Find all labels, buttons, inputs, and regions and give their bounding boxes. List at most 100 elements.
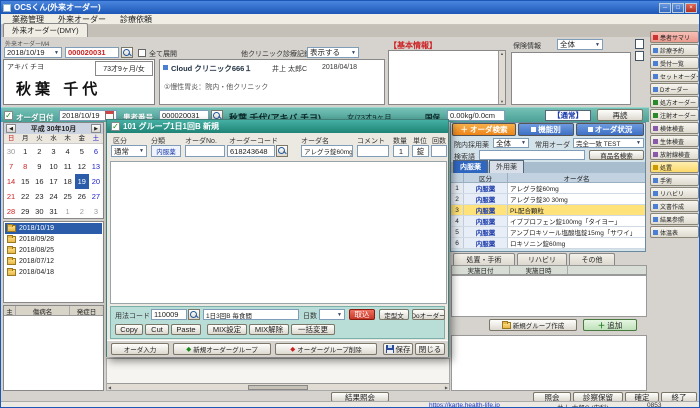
match-mode-select[interactable]: 完全一致 TEST xyxy=(573,138,644,148)
sidebar-item-d-order[interactable]: Dオーダー xyxy=(650,83,699,95)
import-button[interactable]: 取込 xyxy=(349,309,375,320)
calendar-day[interactable]: 24 xyxy=(46,189,60,204)
new-order-group-button[interactable]: ◆ 新規オーダーグループ xyxy=(173,343,271,355)
minimize-button[interactable]: ─ xyxy=(659,3,671,13)
search-result-row-selected[interactable]: 3 内服薬 PL配合顆粒 xyxy=(451,205,645,216)
patient-no-field[interactable]: 000020031 xyxy=(65,47,119,58)
calendar-day[interactable]: 12 xyxy=(75,159,89,174)
calendar-day[interactable]: 13 xyxy=(89,159,103,174)
category-tab-naifukuyaku[interactable]: 内服薬 xyxy=(453,160,488,173)
calendar-day[interactable]: 27 xyxy=(89,189,103,204)
calendar-day[interactable]: 29 xyxy=(18,204,32,219)
tab-function[interactable]: 機能別 xyxy=(518,123,574,136)
calendar-day[interactable]: 2 xyxy=(32,144,46,159)
scroll-right-icon[interactable]: ▶ xyxy=(445,385,448,390)
search-result-row[interactable]: 6 内服薬 ロキソニン錠60mg xyxy=(451,238,645,249)
order-name-field[interactable]: アレグラ錠60mg xyxy=(301,145,353,157)
order-no-field[interactable] xyxy=(185,145,225,157)
calendar-day[interactable]: 2 xyxy=(75,204,89,219)
order-input-button[interactable]: オーダ入力 xyxy=(111,343,169,355)
orders-tab-shochi-shujutsu[interactable]: 処置・手術 xyxy=(453,253,515,265)
calendar-day[interactable]: 6 xyxy=(89,144,103,159)
history-item[interactable]: 2018/07/12 xyxy=(5,256,102,267)
calendar-day[interactable]: 20 xyxy=(89,174,103,189)
calendar-day[interactable]: 1 xyxy=(61,204,75,219)
tab-order-search[interactable]: ＋ オーダ検索 xyxy=(452,123,516,136)
sidebar-item-reception-list[interactable]: 受付一覧 xyxy=(650,57,699,69)
sidebar-item-document[interactable]: 文書作成 xyxy=(650,200,699,212)
order-code-field[interactable]: 618243648 xyxy=(227,145,275,157)
tab-order-status[interactable]: オーダ状況 xyxy=(576,123,644,136)
scroll-left-icon[interactable]: ◀ xyxy=(108,385,111,390)
sidebar-item-result-view[interactable]: 結果参照 xyxy=(650,213,699,225)
calendar-day[interactable]: 11 xyxy=(61,159,75,174)
sidebar-item-appointment[interactable]: 診療予約 xyxy=(650,44,699,56)
calendar-day[interactable]: 9 xyxy=(32,159,46,174)
scroll-down-icon[interactable]: ▼ xyxy=(500,99,504,104)
sidebar-item-rehabilitation[interactable]: リハビリ xyxy=(650,187,699,199)
calendar-day[interactable]: 14 xyxy=(4,174,18,189)
mix-set-button[interactable]: MIX設定 xyxy=(207,324,247,335)
orders-tab-rehabili[interactable]: リハビリ xyxy=(517,253,567,265)
sidebar-item-radiology[interactable]: 放射線検査 xyxy=(650,148,699,160)
horizontal-scrollbar[interactable]: ◀ ▶ xyxy=(107,383,449,390)
calendar-day[interactable]: 10 xyxy=(46,159,60,174)
menu-shinryo-irai[interactable]: 診療依頼 xyxy=(113,14,159,25)
sidebar-item-prescription-order[interactable]: 処方オーダー xyxy=(650,96,699,108)
calendar-day[interactable]: 25 xyxy=(61,189,75,204)
orders-tab-sonota[interactable]: その他 xyxy=(569,253,615,265)
cut-button[interactable]: Cut xyxy=(145,324,169,335)
product-name-search-button[interactable]: 商品名検索 xyxy=(589,150,644,160)
calendar-day[interactable]: 28 xyxy=(4,204,18,219)
order-code-search-button[interactable] xyxy=(276,145,288,157)
calendar-day[interactable]: 15 xyxy=(18,174,32,189)
days-select[interactable] xyxy=(319,309,345,320)
search-result-row[interactable]: 1 内服薬 アレグラ錠60mg xyxy=(451,183,645,194)
prev-month-button[interactable]: ◀ xyxy=(6,124,16,133)
sidebar-item-surgery[interactable]: 手術 xyxy=(650,174,699,186)
tab-gairai-order-dmy[interactable]: 外来オーダー(DMY) xyxy=(3,23,88,37)
delete-order-group-button[interactable]: ◆ オーダーグループ削除 xyxy=(275,343,377,355)
template-button[interactable]: 定型文 xyxy=(379,309,409,320)
history-item[interactable]: 2018/08/25 xyxy=(5,245,102,256)
search-result-row[interactable]: 4 内服薬 イブプロフェン錠100mg「タイヨー」 xyxy=(451,216,645,227)
bulk-change-button[interactable]: 一括変更 xyxy=(291,324,335,335)
sidebar-item-patient-summary[interactable]: 患者サマリ xyxy=(650,31,699,43)
calendar-day[interactable]: 31 xyxy=(46,204,60,219)
next-month-button[interactable]: ▶ xyxy=(91,124,101,133)
expand-all-checkbox[interactable] xyxy=(138,49,146,57)
calendar-day[interactable]: 17 xyxy=(46,174,60,189)
insurance-scope-select[interactable]: 全体 xyxy=(557,39,603,50)
search-result-row[interactable]: 5 内服薬 アンブロキソール塩酸塩錠15mg「サワイ」 xyxy=(451,227,645,238)
comment-field[interactable] xyxy=(357,145,389,157)
new-group-button[interactable]: 新規グループ作成 xyxy=(489,319,577,331)
calendar-day[interactable]: 30 xyxy=(32,204,46,219)
calendar-day[interactable]: 3 xyxy=(89,204,103,219)
close-dialog-button[interactable]: 閉じる xyxy=(415,343,445,355)
calendar-day[interactable]: 18 xyxy=(61,174,75,189)
other-clinic-select[interactable]: 表示する xyxy=(307,47,359,58)
paste-button[interactable]: Paste xyxy=(171,324,201,335)
adopted-drug-select[interactable]: 全体 xyxy=(493,138,529,148)
sidebar-item-specimen-test[interactable]: 検体検査 xyxy=(650,122,699,134)
calendar-day[interactable]: 16 xyxy=(32,174,46,189)
calendar-day-holiday[interactable]: 8 xyxy=(18,159,32,174)
usage-search-button[interactable] xyxy=(188,309,200,320)
maximize-button[interactable]: □ xyxy=(672,3,684,13)
reload-button[interactable]: 再読 xyxy=(597,109,643,121)
save-button[interactable]: 保存 xyxy=(383,343,413,355)
scroll-up-icon[interactable]: ▲ xyxy=(500,51,504,56)
history-item-selected[interactable]: 2018/10/19 xyxy=(5,223,102,234)
calendar-day[interactable]: 21 xyxy=(4,189,18,204)
copy-button[interactable]: Copy xyxy=(115,324,143,335)
calendar-day[interactable]: 30 xyxy=(4,144,18,159)
keyword-input[interactable] xyxy=(479,150,585,160)
mode-button[interactable]: 【通常】 xyxy=(545,110,591,121)
patient-search-button[interactable] xyxy=(121,47,133,58)
calendar-day[interactable]: 3 xyxy=(46,144,60,159)
usage-code-field[interactable]: 110009 xyxy=(151,309,187,320)
history-item[interactable]: 2018/04/18 xyxy=(5,267,102,278)
unit-field[interactable]: 錠 xyxy=(412,145,429,157)
calendar-day[interactable]: 5 xyxy=(75,144,89,159)
calendar-day[interactable]: 26 xyxy=(75,189,89,204)
